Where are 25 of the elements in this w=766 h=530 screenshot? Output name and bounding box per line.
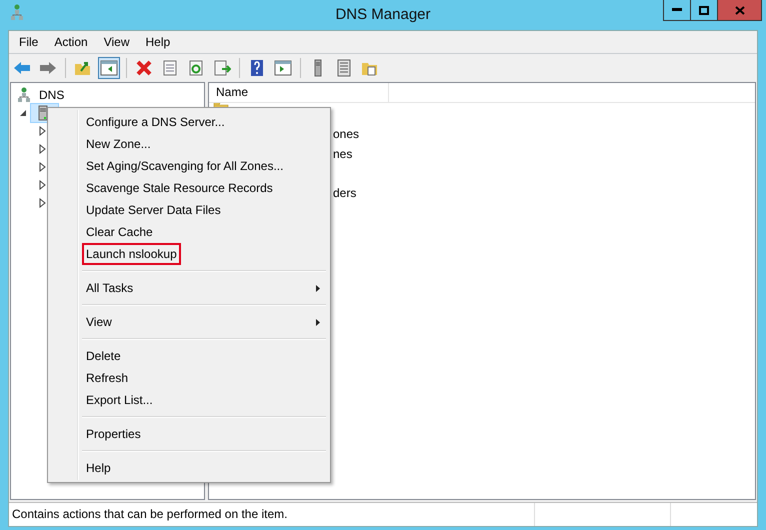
- context-menu-item[interactable]: Export List...: [82, 389, 157, 411]
- list-item[interactable]: nes: [333, 146, 352, 161]
- context-menu-item[interactable]: Scavenge Stale Resource Records: [82, 177, 277, 199]
- window-title: DNS Manager: [334, 6, 432, 23]
- menu-item[interactable]: Action: [46, 35, 96, 49]
- tree-item[interactable]: DNS: [39, 88, 64, 102]
- context-menu-item[interactable]: Set Aging/Scavenging for All Zones...: [82, 155, 288, 177]
- context-menu-item[interactable]: View: [82, 311, 116, 333]
- context-menu-item[interactable]: All Tasks: [82, 277, 138, 299]
- context-menu-item[interactable]: Refresh: [82, 367, 132, 389]
- menu-item[interactable]: View: [96, 35, 138, 49]
- context-menu-item[interactable]: Update Server Data Files: [82, 199, 225, 221]
- context-menu-item[interactable]: Help: [82, 457, 115, 479]
- context-menu-item[interactable]: Delete: [82, 345, 125, 367]
- context-menu-item[interactable]: Properties: [82, 423, 145, 445]
- list-item[interactable]: ones: [333, 127, 360, 142]
- menu-item[interactable]: File: [11, 35, 46, 49]
- context-menu-item[interactable]: Configure a DNS Server...: [82, 111, 229, 133]
- menu-item[interactable]: Help: [138, 35, 178, 49]
- context-menu-item[interactable]: New Zone...: [82, 133, 155, 155]
- context-menu-item[interactable]: Clear Cache: [82, 221, 157, 243]
- context-menu-item[interactable]: Launch nslookup: [82, 243, 181, 265]
- status-text: Contains actions that can be performed on the item.: [11, 506, 288, 523]
- column-header[interactable]: Name: [209, 83, 389, 102]
- list-item[interactable]: ders: [333, 186, 356, 200]
